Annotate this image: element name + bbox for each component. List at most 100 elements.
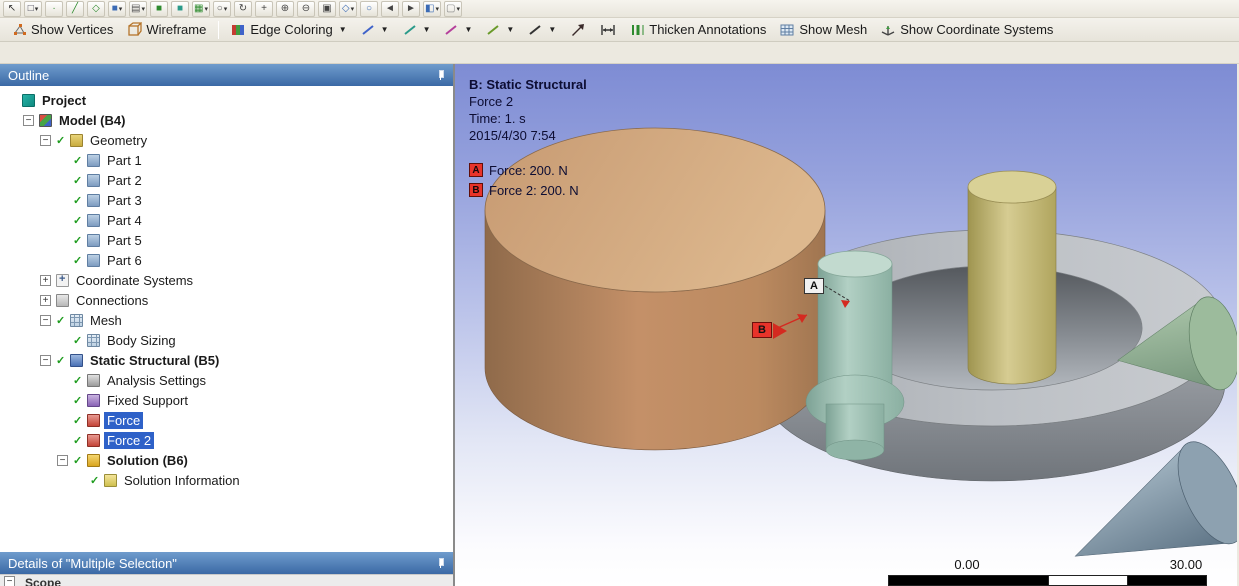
part-icon: [87, 193, 100, 207]
minus-box[interactable]: −: [40, 354, 51, 366]
tree-item-geometry[interactable]: − ✓ Geometry: [0, 130, 453, 150]
plus-box[interactable]: +: [40, 274, 51, 286]
previous-view-icon[interactable]: ◄: [381, 1, 399, 17]
isometric-view-icon[interactable]: ◧ ▾: [423, 1, 441, 17]
tree-item-label[interactable]: Part 5: [104, 232, 145, 249]
magnifier-icon[interactable]: ○: [360, 1, 378, 17]
tree-item-model-b4[interactable]: − Model (B4): [0, 110, 453, 130]
show-coordinate-systems-button[interactable]: Show Coordinate Systems: [875, 19, 1059, 40]
tree-item-label[interactable]: Coordinate Systems: [73, 272, 196, 289]
body-filter-icon[interactable]: ■ ▾: [108, 1, 126, 17]
plus-box[interactable]: +: [40, 294, 51, 306]
details-scope-row[interactable]: − Scope: [0, 574, 453, 586]
tree-item-fixed-support[interactable]: ✓ Fixed Support: [0, 390, 453, 410]
pin-icon[interactable]: [435, 558, 445, 568]
tree-item-label[interactable]: Analysis Settings: [104, 372, 209, 389]
graphics-viewport[interactable]: B: Static Structural Force 2 Time: 1. s …: [455, 64, 1237, 586]
pan-tool-icon[interactable]: +: [255, 1, 273, 17]
tree-item-analysis-settings[interactable]: ✓ Analysis Settings: [0, 370, 453, 390]
annotation-scale-button[interactable]: [594, 20, 622, 40]
part-icon: [87, 153, 100, 167]
minus-box[interactable]: −: [40, 134, 51, 146]
tree-item-body-sizing[interactable]: ✓ Body Sizing: [0, 330, 453, 350]
wireframe-button[interactable]: Wireframe: [121, 19, 212, 40]
minus-box[interactable]: −: [23, 114, 34, 126]
edge-filter-icon[interactable]: ╱: [66, 1, 84, 17]
tree-item-label[interactable]: Fixed Support: [104, 392, 191, 409]
tree-item-label[interactable]: Part 1: [104, 152, 145, 169]
minus-box[interactable]: −: [40, 314, 51, 326]
pin-icon[interactable]: [435, 70, 445, 80]
tree-item-label[interactable]: Force: [104, 411, 144, 429]
edge-option-1-button[interactable]: ▼: [355, 20, 395, 40]
tree-item-force-2[interactable]: ✓ Force 2: [0, 430, 453, 450]
tree-item-connections[interactable]: + Connections: [0, 290, 453, 310]
tree-item-label[interactable]: Body Sizing: [104, 332, 179, 349]
model-marker-b[interactable]: B: [752, 322, 772, 338]
edge-coloring-button[interactable]: Edge Coloring ▼: [225, 19, 352, 40]
tree-item-label[interactable]: Part 4: [104, 212, 145, 229]
sphere-tool-icon[interactable]: ○ ▾: [213, 1, 231, 17]
tree-item-label[interactable]: Part 3: [104, 192, 145, 209]
teal-cube-icon[interactable]: ■: [171, 1, 189, 17]
face-filter-icon[interactable]: ◇: [87, 1, 105, 17]
edge-option-2-button[interactable]: ▼: [397, 20, 437, 40]
tree-item-part-6[interactable]: ✓ Part 6: [0, 250, 453, 270]
check-icon: ✓: [73, 214, 83, 227]
tree-item-coordinate-systems[interactable]: + Coordinate Systems: [0, 270, 453, 290]
tree-item-label[interactable]: Project: [39, 92, 89, 109]
tree-item-static-structural-b5[interactable]: − ✓ Static Structural (B5): [0, 350, 453, 370]
zoom-in-tool-icon[interactable]: ⊕: [276, 1, 294, 17]
minus-box[interactable]: −: [4, 576, 15, 586]
show-mesh-button[interactable]: Show Mesh: [774, 19, 873, 40]
tree-item-part-5[interactable]: ✓ Part 5: [0, 230, 453, 250]
green-cube-icon[interactable]: ■: [150, 1, 168, 17]
tree-item-part-3[interactable]: ✓ Part 3: [0, 190, 453, 210]
tree-item-label[interactable]: Part 2: [104, 172, 145, 189]
tree-item-part-2[interactable]: ✓ Part 2: [0, 170, 453, 190]
new-page-icon[interactable]: ▢ ▾: [444, 1, 462, 17]
tree-item-label[interactable]: Force 2: [104, 431, 155, 449]
tree-item-label[interactable]: Part 6: [104, 252, 145, 269]
next-view-icon[interactable]: ►: [402, 1, 420, 17]
tree-item-part-4[interactable]: ✓ Part 4: [0, 210, 453, 230]
check-icon: ✓: [73, 414, 83, 427]
direction-arrow-button[interactable]: [564, 19, 592, 41]
tree-item-force[interactable]: ✓ Force: [0, 410, 453, 430]
thicken-annotations-button[interactable]: Thicken Annotations: [624, 19, 772, 40]
yellow-cylinder-part[interactable]: [967, 170, 1057, 385]
tree-item-label[interactable]: Model (B4): [56, 112, 128, 129]
edge-option-3-button[interactable]: ▼: [438, 20, 478, 40]
tree-item-label[interactable]: Solution (B6): [104, 452, 191, 469]
grid-cube-icon[interactable]: ▦ ▾: [192, 1, 210, 17]
minus-box[interactable]: −: [57, 454, 68, 466]
edge-option-4-button[interactable]: ▼: [480, 20, 520, 40]
model-marker-a[interactable]: A: [804, 278, 824, 294]
tree-item-label[interactable]: Solution Information: [121, 472, 243, 489]
edge-option-5-button[interactable]: ▼: [522, 20, 562, 40]
vertex-filter-icon[interactable]: ∙: [45, 1, 63, 17]
part-icon: [87, 213, 100, 227]
tree-item-label[interactable]: Static Structural (B5): [87, 352, 222, 369]
pointer-tool-icon[interactable]: ↖: [3, 1, 21, 17]
show-vertices-button[interactable]: Show Vertices: [6, 19, 119, 40]
rotate-tool-icon[interactable]: ↻: [234, 1, 252, 17]
tree-item-solution-b6[interactable]: − ✓ Solution (B6): [0, 450, 453, 470]
tree-item-mesh[interactable]: − ✓ Mesh: [0, 310, 453, 330]
tree-item-project[interactable]: Project: [0, 90, 453, 110]
tree-item-solution-information[interactable]: ✓ Solution Information: [0, 470, 453, 490]
tree-item-label[interactable]: Geometry: [87, 132, 150, 149]
box-zoom-tool-icon[interactable]: ▣: [318, 1, 336, 17]
edge-coloring-icon: [231, 22, 246, 37]
legend-text-a: Force: 200. N: [489, 162, 568, 178]
tree-item-label[interactable]: Connections: [73, 292, 151, 309]
tree-item-label[interactable]: Mesh: [87, 312, 125, 329]
fit-view-icon[interactable]: ◇ ▾: [339, 1, 357, 17]
box-select-icon[interactable]: □ ▾: [24, 1, 42, 17]
part-icon: [87, 233, 100, 247]
tree-item-part-1[interactable]: ✓ Part 1: [0, 150, 453, 170]
extend-selection-icon[interactable]: ▤ ▾: [129, 1, 147, 17]
zoom-out-tool-icon[interactable]: ⊖: [297, 1, 315, 17]
